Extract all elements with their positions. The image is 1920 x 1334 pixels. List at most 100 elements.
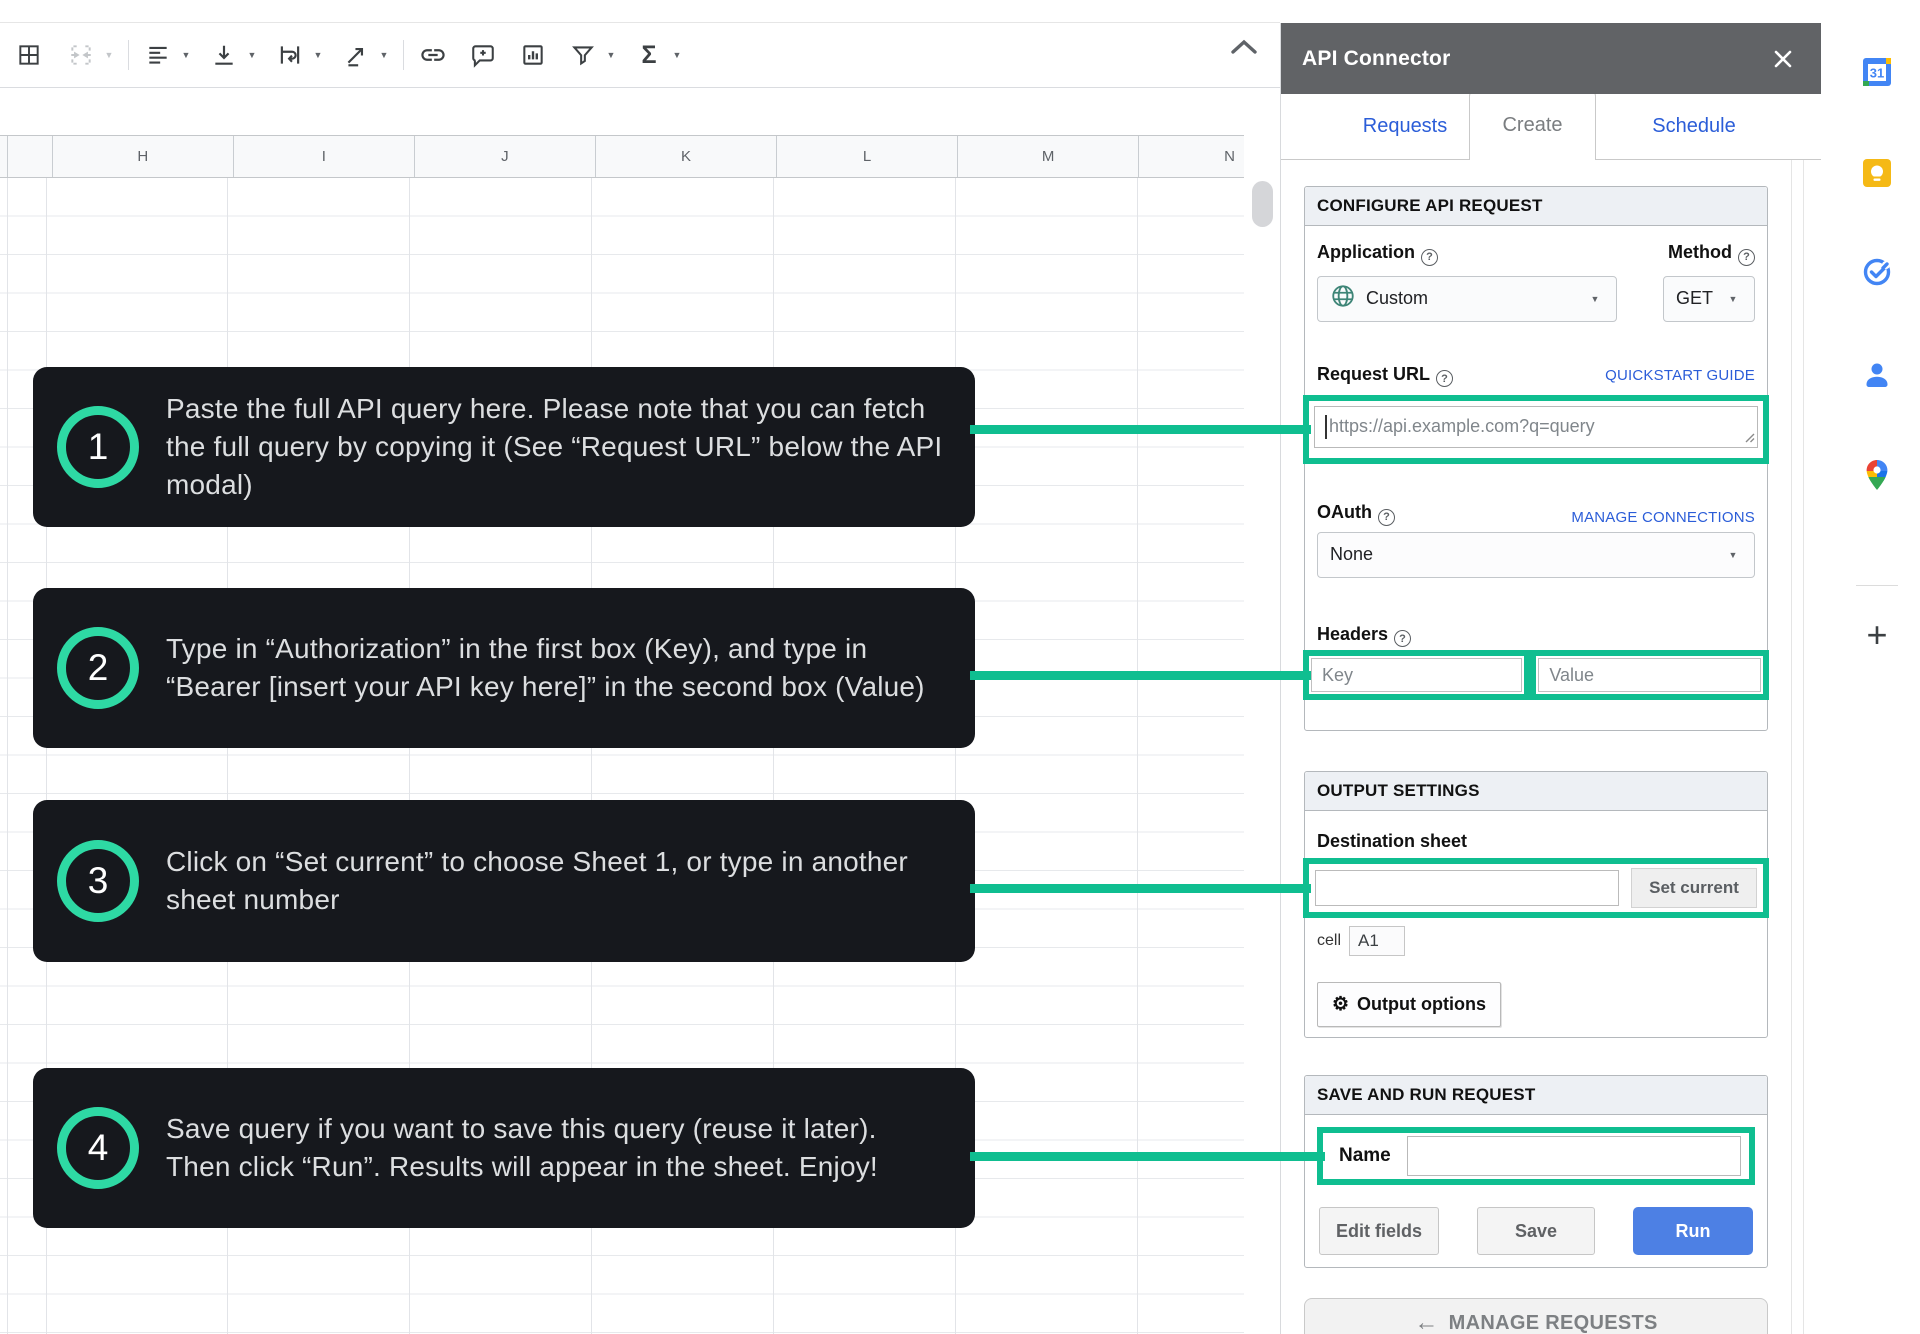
insert-chart-icon[interactable]: [514, 35, 552, 75]
save-button[interactable]: Save: [1477, 1207, 1595, 1255]
google-maps-icon[interactable]: [1858, 456, 1896, 494]
merge-cells-icon[interactable]: [62, 35, 100, 75]
resize-handle-icon[interactable]: [1743, 430, 1755, 448]
insert-link-icon[interactable]: [414, 35, 452, 75]
column-header-n[interactable]: N: [1139, 136, 1244, 177]
manage-requests-button[interactable]: MANAGE REQUESTS: [1304, 1298, 1768, 1334]
oauth-select[interactable]: None: [1317, 531, 1755, 578]
header-key-input[interactable]: [1311, 658, 1523, 692]
method-select[interactable]: GET: [1663, 275, 1755, 322]
header-value-input[interactable]: [1538, 658, 1761, 692]
insert-comment-icon[interactable]: [464, 35, 502, 75]
request-url-input[interactable]: [1314, 406, 1758, 448]
text-rotation-dropdown-icon[interactable]: [375, 35, 393, 75]
step-number-badge: 3: [57, 840, 139, 922]
tutorial-callout-3: 3 Click on “Set current” to choose Sheet…: [33, 800, 975, 962]
horizontal-align-icon[interactable]: [139, 35, 177, 75]
column-header-l[interactable]: L: [777, 136, 959, 177]
set-current-button[interactable]: Set current: [1631, 868, 1757, 908]
api-connector-sidebar: API Connector Requests Create Schedule C…: [1280, 23, 1836, 1334]
google-tasks-icon[interactable]: [1858, 253, 1896, 291]
run-button[interactable]: Run: [1633, 1207, 1753, 1255]
svg-text:31: 31: [1870, 66, 1884, 81]
step-number-badge: 4: [57, 1107, 139, 1189]
application-select[interactable]: Custom: [1317, 275, 1617, 322]
google-keep-icon[interactable]: [1858, 154, 1896, 192]
sidebar-scrollbar-track[interactable]: [1791, 160, 1804, 1334]
cell-input[interactable]: [1349, 926, 1406, 956]
oauth-label: OAuth: [1317, 502, 1395, 526]
headers-highlight: [1303, 650, 1769, 700]
section-heading: OUTPUT SETTINGS: [1305, 772, 1767, 811]
vertical-scrollbar[interactable]: [1252, 181, 1273, 227]
sidebar-tabs: Requests Create Schedule: [1281, 90, 1821, 160]
divider: [0, 22, 1280, 23]
destination-highlight: Set current: [1303, 858, 1769, 918]
chevron-down-icon: [1724, 535, 1742, 575]
google-contacts-icon[interactable]: [1858, 356, 1896, 394]
name-label: Name: [1339, 1145, 1391, 1166]
request-name-input[interactable]: [1406, 1136, 1741, 1176]
gear-icon: [1332, 993, 1349, 1016]
destination-sheet-label: Destination sheet: [1317, 831, 1468, 851]
tab-create[interactable]: Create: [1469, 90, 1596, 160]
vertical-align-icon[interactable]: [205, 35, 243, 75]
filter-icon[interactable]: [564, 35, 602, 75]
google-calendar-icon[interactable]: 31: [1858, 53, 1896, 91]
borders-icon[interactable]: [10, 35, 48, 75]
divider: [403, 40, 404, 70]
output-settings-section: OUTPUT SETTINGS Destination sheet Set cu…: [1303, 771, 1769, 1038]
tutorial-callout-1: 1 Paste the full API query here. Please …: [33, 367, 975, 527]
destination-sheet-input[interactable]: [1315, 870, 1619, 906]
globe-icon: [1330, 283, 1356, 314]
tab-requests[interactable]: Requests: [1341, 93, 1469, 159]
connector-line-3: [970, 883, 1311, 893]
callout-text: Paste the full API query here. Please no…: [166, 393, 943, 500]
help-icon[interactable]: [1394, 630, 1412, 647]
horizontal-align-dropdown-icon[interactable]: [177, 35, 195, 75]
tutorial-callout-4: 4 Save query if you want to save this qu…: [33, 1068, 975, 1228]
divider: [1856, 585, 1898, 586]
headers-label: Headers: [1317, 624, 1755, 647]
tab-schedule[interactable]: Schedule: [1614, 93, 1774, 159]
edit-fields-button[interactable]: Edit fields: [1319, 1207, 1439, 1255]
text-cursor: [1325, 415, 1327, 439]
column-header-m[interactable]: M: [958, 136, 1140, 177]
quickstart-guide-link[interactable]: QUICKSTART GUIDE: [1605, 367, 1755, 384]
vertical-align-dropdown-icon[interactable]: [243, 35, 261, 75]
sheets-toolbar: Σ: [0, 0, 1280, 88]
help-icon[interactable]: [1421, 248, 1438, 266]
hide-menus-icon[interactable]: [1222, 30, 1266, 64]
merge-cells-dropdown-icon[interactable]: [100, 35, 118, 75]
tutorial-callout-2: 2 Type in “Authorization” in the first b…: [33, 588, 975, 748]
column-header-i[interactable]: I: [234, 136, 415, 177]
text-rotation-icon[interactable]: [337, 35, 375, 75]
text-wrap-dropdown-icon[interactable]: [309, 35, 327, 75]
sidebar-title: API Connector: [1302, 46, 1451, 70]
google-side-rail: 31: [1836, 0, 1920, 1334]
step-number-badge: 2: [57, 627, 139, 709]
oauth-value: None: [1330, 544, 1374, 564]
method-label: Method: [1668, 242, 1755, 266]
filter-dropdown-icon[interactable]: [602, 35, 620, 75]
sidebar-header: API Connector: [1281, 23, 1821, 94]
close-icon[interactable]: [1771, 47, 1795, 71]
text-wrap-icon[interactable]: [271, 35, 309, 75]
help-icon[interactable]: [1436, 370, 1454, 387]
name-highlight: Name: [1317, 1127, 1755, 1185]
request-url-label: Request URL: [1317, 364, 1454, 387]
column-header-k[interactable]: K: [596, 136, 778, 177]
column-header-j[interactable]: J: [415, 136, 596, 177]
application-value: Custom: [1366, 288, 1429, 308]
functions-icon[interactable]: Σ: [630, 35, 668, 75]
help-icon[interactable]: [1377, 508, 1395, 526]
plus-icon[interactable]: [1858, 614, 1896, 656]
column-header-h[interactable]: H: [53, 136, 234, 177]
request-url-highlight: [1303, 395, 1769, 464]
functions-dropdown-icon[interactable]: [668, 35, 686, 75]
chevron-down-icon: [1724, 279, 1742, 319]
divider: [128, 40, 129, 70]
output-options-button[interactable]: Output options: [1317, 982, 1502, 1027]
manage-connections-link[interactable]: MANAGE CONNECTIONS: [1571, 509, 1755, 526]
help-icon[interactable]: [1738, 248, 1755, 266]
